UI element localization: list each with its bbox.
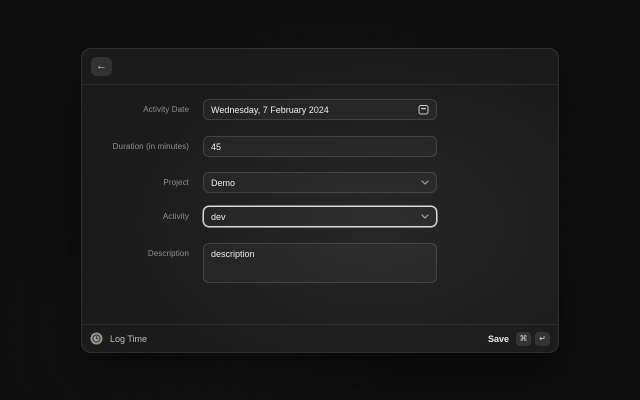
- description-textarea[interactable]: description: [203, 243, 437, 283]
- desktop-background: ← Activity Date Wednesday, 7 February 20…: [0, 0, 640, 400]
- calendar-icon[interactable]: [418, 104, 429, 115]
- activity-value: dev: [211, 212, 421, 222]
- log-time-window: ← Activity Date Wednesday, 7 February 20…: [81, 48, 559, 353]
- activity-label: Activity: [82, 206, 189, 227]
- description-value: description: [211, 249, 429, 259]
- back-arrow-icon: ←: [96, 60, 107, 72]
- chevron-down-icon: [421, 180, 429, 185]
- action-bar-left: Log Time: [90, 332, 488, 345]
- duration-input[interactable]: 45: [203, 136, 437, 157]
- project-select[interactable]: Demo: [203, 172, 437, 193]
- command-title: Log Time: [110, 334, 147, 344]
- action-bar: Log Time Save ⌘ ↵: [82, 324, 558, 352]
- save-button[interactable]: Save ⌘ ↵: [488, 332, 550, 346]
- enter-key-icon: ↵: [535, 332, 550, 346]
- activity-date-field[interactable]: Wednesday, 7 February 2024: [203, 99, 437, 120]
- back-button[interactable]: ←: [91, 57, 112, 76]
- save-label: Save: [488, 334, 509, 344]
- command-key-icon: ⌘: [516, 332, 531, 346]
- project-value: Demo: [211, 178, 421, 188]
- project-label: Project: [82, 172, 189, 193]
- activity-date-value: Wednesday, 7 February 2024: [211, 105, 418, 115]
- duration-label: Duration (in minutes): [82, 136, 189, 157]
- activity-select[interactable]: dev: [203, 206, 437, 227]
- chevron-down-icon: [421, 214, 429, 219]
- window-header: ←: [82, 49, 558, 85]
- description-label: Description: [82, 243, 189, 260]
- activity-date-label: Activity Date: [82, 99, 189, 120]
- log-time-extension-icon: [90, 332, 103, 345]
- duration-value: 45: [211, 142, 429, 152]
